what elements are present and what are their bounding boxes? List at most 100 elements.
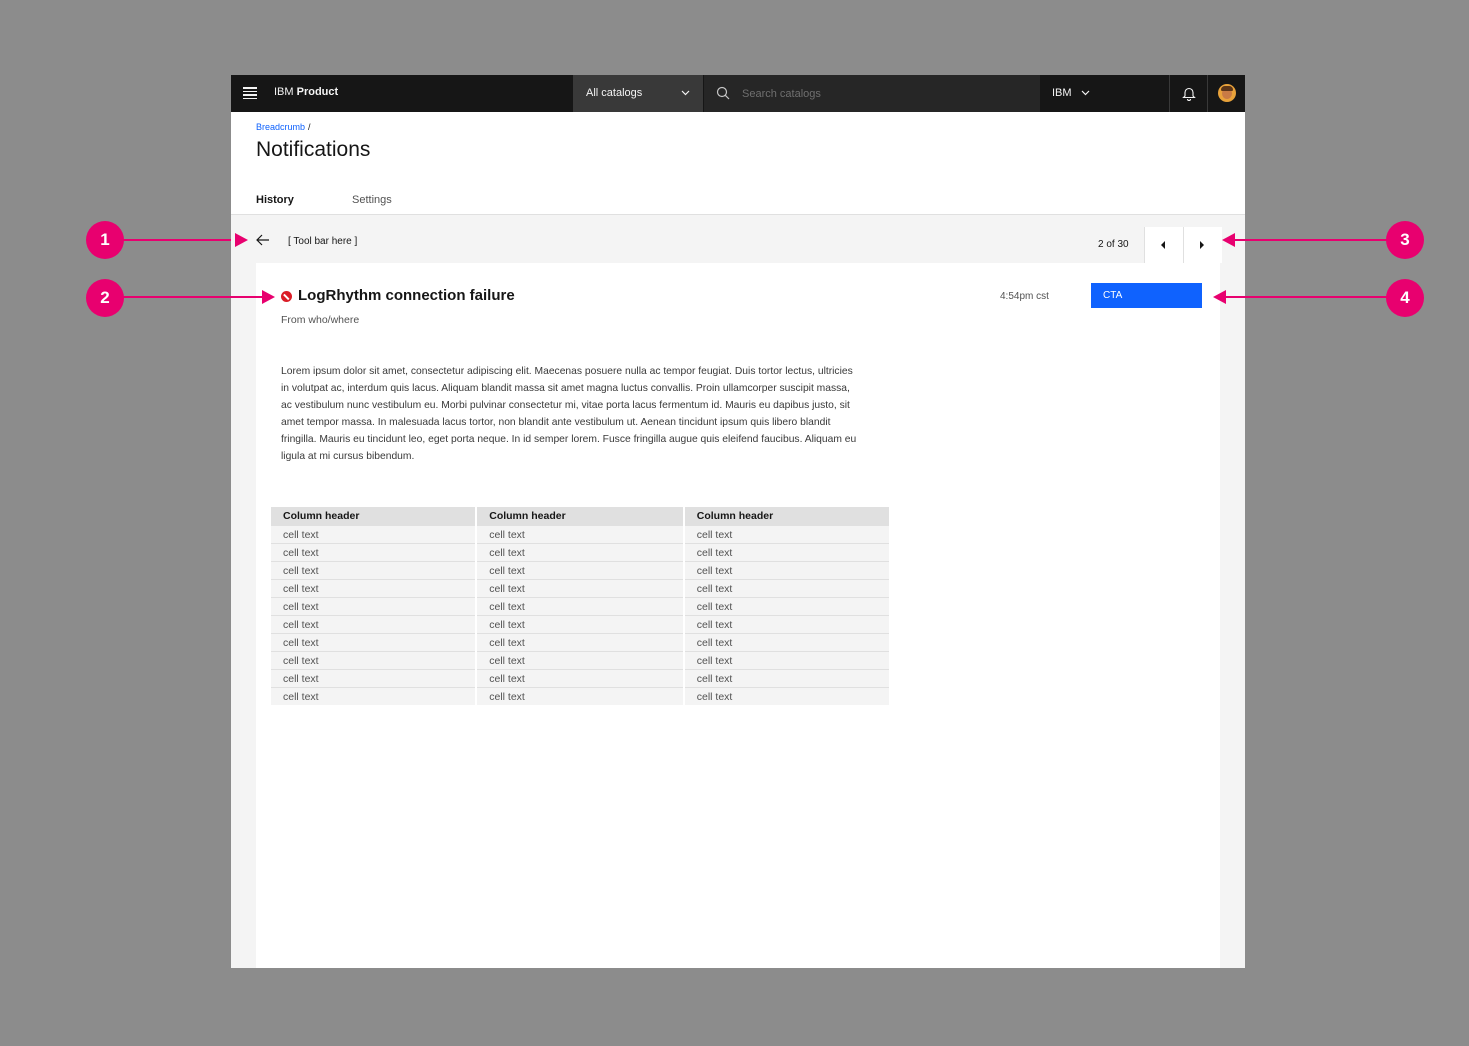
callout-line bbox=[1234, 239, 1387, 241]
tab-label: History bbox=[256, 194, 294, 206]
arrow-left-icon[interactable] bbox=[255, 233, 271, 247]
callout-4: 4 bbox=[1386, 279, 1424, 317]
table-cell: cell text bbox=[476, 687, 685, 705]
table-cell: cell text bbox=[683, 525, 889, 544]
notification-source: From who/where bbox=[281, 314, 360, 326]
callout-line bbox=[123, 239, 231, 241]
table-cell: cell text bbox=[476, 651, 685, 670]
callout-1: 1 bbox=[86, 221, 124, 259]
brand-name[interactable]: IBM Product bbox=[274, 86, 338, 98]
next-button[interactable] bbox=[1183, 227, 1222, 263]
org-label: IBM bbox=[1052, 87, 1072, 99]
org-switcher[interactable]: IBM bbox=[1039, 75, 1169, 112]
table-cell: cell text bbox=[271, 525, 478, 544]
content-area: [ Tool bar here ] 2 of 30 LogRhythm conn… bbox=[231, 214, 1245, 968]
callout-line bbox=[1226, 296, 1387, 298]
table-cell: cell text bbox=[476, 525, 685, 544]
data-table: Column header Column header Column heade… bbox=[271, 507, 889, 705]
menu-icon[interactable] bbox=[243, 87, 257, 99]
table-cell: cell text bbox=[476, 597, 685, 616]
callout-arrow bbox=[1213, 290, 1226, 304]
notification-title: LogRhythm connection failure bbox=[298, 287, 515, 304]
table-row: cell text cell text cell text bbox=[271, 687, 889, 705]
table-cell: cell text bbox=[271, 597, 478, 616]
cta-button[interactable]: CTA bbox=[1091, 283, 1202, 308]
table-row: cell text cell text cell text bbox=[271, 579, 889, 598]
search-input[interactable] bbox=[740, 85, 1024, 103]
tabs: History Settings bbox=[243, 189, 435, 216]
breadcrumb-separator: / bbox=[308, 122, 311, 132]
pager-count: 2 of 30 bbox=[1098, 239, 1129, 250]
page-title: Notifications bbox=[256, 138, 371, 161]
table-cell: cell text bbox=[271, 615, 478, 634]
table-cell: cell text bbox=[476, 543, 685, 562]
table-cell: cell text bbox=[271, 543, 478, 562]
table-row: cell text cell text cell text bbox=[271, 597, 889, 616]
callout-arrow bbox=[1222, 233, 1235, 247]
tab-settings[interactable]: Settings bbox=[339, 189, 435, 216]
brand-prefix: IBM bbox=[274, 86, 294, 98]
caret-right-icon bbox=[1200, 241, 1204, 249]
table-cell: cell text bbox=[476, 633, 685, 652]
table-cell: cell text bbox=[271, 633, 478, 652]
search-icon bbox=[716, 86, 730, 100]
notification-time: 4:54pm cst bbox=[1000, 291, 1049, 302]
tab-history[interactable]: History bbox=[243, 189, 339, 216]
table-row: cell text cell text cell text bbox=[271, 615, 889, 634]
callout-arrow bbox=[235, 233, 248, 247]
table-cell: cell text bbox=[683, 615, 889, 634]
table-header-row: Column header Column header Column heade… bbox=[271, 507, 889, 526]
breadcrumb: Breadcrumb / bbox=[256, 122, 311, 132]
bell-icon bbox=[1182, 87, 1196, 101]
table-cell: cell text bbox=[271, 669, 478, 688]
table-row: cell text cell text cell text bbox=[271, 651, 889, 670]
table-row: cell text cell text cell text bbox=[271, 561, 889, 580]
notification-body: Lorem ipsum dolor sit amet, consectetur … bbox=[281, 366, 857, 462]
table-row: cell text cell text cell text bbox=[271, 525, 889, 544]
avatar bbox=[1218, 84, 1236, 102]
table-cell: cell text bbox=[271, 561, 478, 580]
table-cell: cell text bbox=[271, 579, 478, 598]
column-header[interactable]: Column header bbox=[271, 507, 478, 526]
shell-header: IBM Product All catalogs IBM bbox=[231, 75, 1245, 112]
table-cell: cell text bbox=[683, 561, 889, 580]
table-row: cell text cell text cell text bbox=[271, 633, 889, 652]
table-cell: cell text bbox=[476, 579, 685, 598]
error-filled-icon bbox=[281, 291, 292, 302]
brand-product: Product bbox=[296, 86, 339, 98]
previous-button[interactable] bbox=[1144, 227, 1183, 263]
table-cell: cell text bbox=[476, 669, 685, 688]
table-cell: cell text bbox=[683, 543, 889, 562]
search-bar[interactable] bbox=[703, 75, 1040, 112]
column-header[interactable]: Column header bbox=[683, 507, 889, 526]
callout-line bbox=[123, 296, 263, 298]
catalog-dropdown-label: All catalogs bbox=[586, 87, 643, 99]
table-cell: cell text bbox=[683, 633, 889, 652]
table-cell: cell text bbox=[683, 597, 889, 616]
app-window: IBM Product All catalogs IBM Breadcrumb/… bbox=[231, 75, 1245, 968]
table-row: cell text cell text cell text bbox=[271, 543, 889, 562]
notification-detail: LogRhythm connection failure From who/wh… bbox=[256, 263, 1220, 968]
column-header[interactable]: Column header bbox=[476, 507, 685, 526]
table-cell: cell text bbox=[683, 669, 889, 688]
breadcrumb-link[interactable]: Breadcrumb bbox=[256, 122, 305, 132]
table-cell: cell text bbox=[683, 651, 889, 670]
caret-left-icon bbox=[1161, 241, 1165, 249]
tab-label: Settings bbox=[352, 194, 392, 206]
toolbar-placeholder: [ Tool bar here ] bbox=[288, 236, 358, 247]
callout-arrow bbox=[262, 290, 275, 304]
catalog-dropdown[interactable]: All catalogs bbox=[573, 75, 703, 112]
table-cell: cell text bbox=[476, 561, 685, 580]
callout-3: 3 bbox=[1386, 221, 1424, 259]
user-avatar-button[interactable] bbox=[1207, 75, 1245, 112]
table-cell: cell text bbox=[683, 579, 889, 598]
table-row: cell text cell text cell text bbox=[271, 669, 889, 688]
table-cell: cell text bbox=[683, 687, 889, 705]
chevron-down-icon bbox=[681, 90, 690, 96]
notifications-button[interactable] bbox=[1169, 75, 1208, 112]
table-cell: cell text bbox=[271, 651, 478, 670]
table-cell: cell text bbox=[271, 687, 478, 705]
chevron-down-icon bbox=[1081, 90, 1090, 96]
callout-2: 2 bbox=[86, 279, 124, 317]
table-cell: cell text bbox=[476, 615, 685, 634]
